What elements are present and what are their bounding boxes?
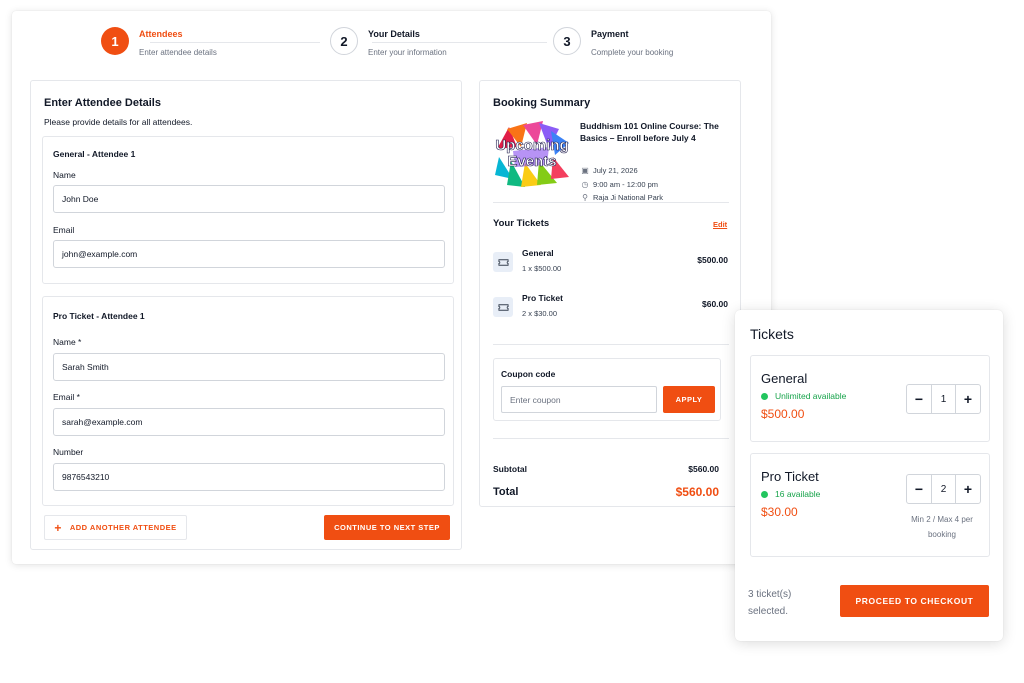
add-attendee-label: ADD ANOTHER ATTENDEE [69, 523, 177, 532]
booking-summary-panel: Booking Summary Upcoming Events Buddhism… [479, 80, 741, 507]
attendee-form-panel: Enter Attendee Details Please provide de… [30, 80, 462, 550]
name-input[interactable]: John Doe [53, 185, 445, 213]
clock-icon: ◷ [581, 180, 589, 189]
ticket-price: $60.00 [702, 299, 728, 309]
ticket-limit-note: Min 2 / Max 4 per booking [911, 515, 973, 539]
email-label: Email [53, 225, 75, 235]
availability-dot-icon [761, 490, 768, 498]
ticket-option-price: $30.00 [761, 505, 798, 519]
step-subtitle: Enter attendee details [139, 48, 217, 57]
availability-dot-icon [761, 392, 768, 400]
ticket-availability: Unlimited available [761, 391, 846, 401]
attendee-group-pro-ticket: Pro Ticket - Attendee 1 Name * Sarah Smi… [42, 296, 454, 506]
increment-button[interactable]: + [956, 475, 980, 503]
event-thumbnail-art: Upcoming Events [493, 121, 571, 187]
ticket-availability: 16 available [761, 489, 820, 499]
calendar-icon: ▣ [581, 166, 589, 175]
ticket-icon [493, 297, 513, 317]
attendee-group-title: General - Attendee 1 [53, 149, 136, 159]
ticket-option-price: $500.00 [761, 407, 805, 421]
event-thumbnail: Upcoming Events [493, 121, 571, 187]
quantity-value[interactable]: 1 [931, 385, 956, 413]
ticket-selector-title: Tickets [750, 326, 794, 342]
divider [493, 202, 729, 203]
ticket-option-pro: Pro Ticket 16 available $30.00 − 2 + Min… [750, 453, 990, 557]
email-input[interactable]: john@example.com [53, 240, 445, 268]
ticket-quantity: 2 x $30.00 [522, 309, 558, 318]
event-time-text: 9:00 am - 12:00 pm [593, 180, 659, 189]
plus-icon: + [54, 520, 62, 535]
event-date: ▣ July 21, 2026 [580, 166, 638, 175]
name-input[interactable]: Sarah Smith [53, 353, 445, 381]
name-label: Name * [53, 337, 82, 347]
ticket-option-name: Pro Ticket [761, 469, 819, 484]
add-attendee-button[interactable]: + ADD ANOTHER ATTENDEE [44, 515, 187, 540]
ticket-option-general: General Unlimited available $500.00 − 1 … [750, 355, 990, 442]
divider [493, 438, 729, 439]
availability-text: Unlimited available [775, 391, 847, 401]
step-title: Payment [591, 29, 629, 39]
total-label: Total [493, 486, 519, 498]
subtotal-value: $560.00 [688, 464, 719, 474]
continue-button[interactable]: CONTINUE TO NEXT STEP [324, 515, 450, 540]
event-location: ⚲ Raja Ji National Park [580, 193, 663, 202]
attendee-group-title: Pro Ticket - Attendee 1 [53, 311, 145, 321]
step-title: Your Details [368, 29, 420, 39]
coupon-input[interactable]: Enter coupon [501, 386, 657, 413]
decrement-button[interactable]: − [907, 475, 931, 503]
ticket-name: Pro Ticket [522, 293, 563, 303]
panel-title: Enter Attendee Details [44, 97, 161, 109]
proceed-to-checkout-button[interactable]: PROCEED TO CHECKOUT [840, 585, 989, 617]
number-input[interactable]: 9876543210 [53, 463, 445, 491]
subtotal-label: Subtotal [493, 464, 527, 474]
event-date-text: July 21, 2026 [593, 166, 638, 175]
coupon-label: Coupon code [501, 369, 556, 379]
step-attendees[interactable]: 1 Attendees Enter attendee details [101, 27, 217, 57]
name-label: Name [53, 170, 76, 180]
step-number: 2 [330, 27, 358, 55]
event-name[interactable]: Buddhism 101 Online Course: The Basics –… [580, 120, 730, 144]
thumbnail-text: Upcoming [495, 137, 568, 154]
quantity-value[interactable]: 2 [931, 475, 956, 503]
email-label: Email * [53, 392, 80, 402]
quantity-stepper: − 2 + [906, 474, 981, 504]
step-subtitle: Enter your information [368, 48, 447, 57]
quantity-stepper: − 1 + [906, 384, 981, 414]
step-number: 1 [101, 27, 129, 55]
event-location-text: Raja Ji National Park [593, 193, 664, 202]
selected-ticket-count: 3 ticket(s) selected. [748, 589, 792, 617]
increment-button[interactable]: + [956, 385, 980, 413]
decrement-button[interactable]: − [907, 385, 931, 413]
thumbnail-text: Events [507, 153, 556, 170]
location-pin-icon: ⚲ [582, 193, 588, 202]
panel-subtitle: Please provide details for all attendees… [44, 117, 193, 127]
number-label: Number [53, 447, 84, 457]
step-number: 3 [553, 27, 581, 55]
ticket-option-name: General [761, 371, 808, 386]
ticket-icon [493, 252, 513, 272]
apply-coupon-button[interactable]: APPLY [663, 386, 715, 413]
step-your-details[interactable]: 2 Your Details Enter your information [330, 27, 447, 57]
booking-card: 1 Attendees Enter attendee details 2 You… [12, 11, 771, 564]
summary-title: Booking Summary [493, 97, 591, 109]
ticket-name: General [522, 248, 554, 258]
total-value: $560.00 [675, 485, 719, 499]
step-payment[interactable]: 3 Payment Complete your booking [553, 27, 673, 57]
edit-tickets-link[interactable]: Edit [713, 220, 727, 229]
ticket-quantity: 1 x $500.00 [522, 264, 562, 273]
step-subtitle: Complete your booking [591, 48, 674, 57]
event-time: ◷ 9:00 am - 12:00 pm [580, 180, 659, 189]
ticket-price: $500.00 [697, 255, 728, 265]
email-input[interactable]: sarah@example.com [53, 408, 445, 436]
tickets-heading: Your Tickets [493, 218, 550, 229]
availability-text: 16 available [775, 489, 821, 499]
step-title: Attendees [139, 29, 183, 39]
coupon-section: Coupon code Enter coupon APPLY [493, 358, 721, 421]
ticket-selector-card: Tickets General Unlimited available $500… [735, 310, 1003, 641]
attendee-group-general: General - Attendee 1 Name John Doe Email… [42, 136, 454, 284]
divider [493, 344, 729, 345]
